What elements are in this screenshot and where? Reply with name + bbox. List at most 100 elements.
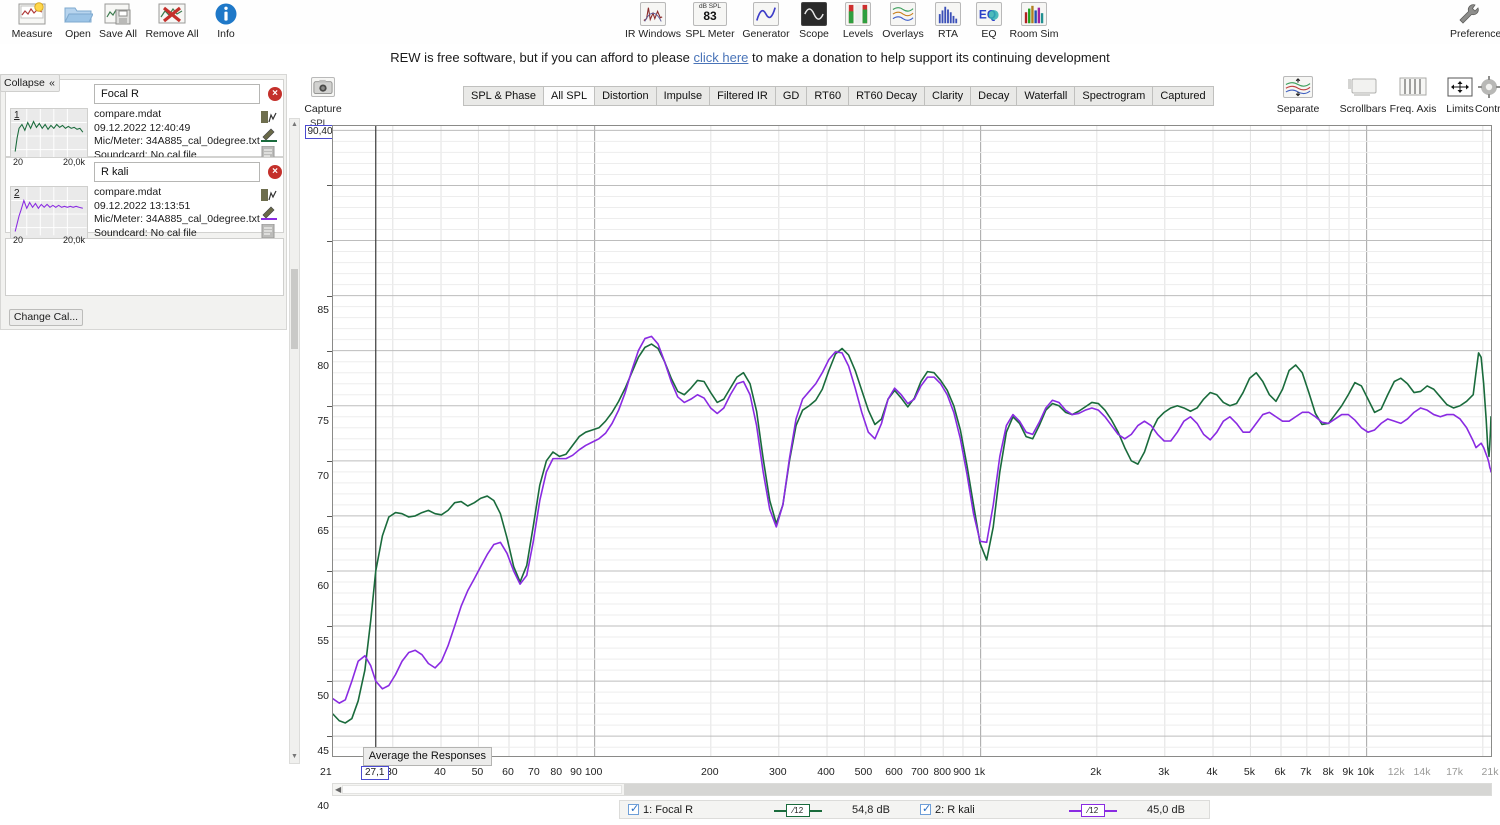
legend-label-1: 1: Focal R: [643, 804, 694, 816]
legend-smoothing-1[interactable]: ∕12: [774, 804, 822, 817]
notes-textarea[interactable]: [5, 238, 284, 296]
cursor-frequency-box[interactable]: 27,1: [360, 766, 389, 780]
measurement-name-input-1[interactable]: Focal R: [94, 84, 260, 104]
tab-waterfall[interactable]: Waterfall: [1017, 86, 1076, 106]
capture-label: Capture: [304, 103, 342, 115]
measurement-thumbnail-2[interactable]: 2 20 20,0k: [10, 186, 88, 246]
tab-distortion[interactable]: Distortion: [595, 86, 657, 106]
spl-meter-icon: dB SPL 83: [684, 0, 736, 26]
x-axis-tick-label: 21k: [1481, 766, 1499, 778]
close-icon[interactable]: ×: [268, 165, 282, 179]
measurement-name-input-2[interactable]: R kali: [94, 162, 260, 182]
x-axis-tick-label: 5k: [1243, 766, 1255, 778]
chart-legend: 1: Focal R ∕12 54,8 dB 2: R kali ∕12 45,…: [619, 800, 1210, 819]
legend-checkbox-1[interactable]: [628, 802, 639, 817]
edit-trace-icon[interactable]: [261, 110, 277, 124]
smoothing-line-left: [774, 810, 786, 812]
x-axis-tick-label: 9k: [1342, 766, 1354, 778]
tab-captured[interactable]: Captured: [1153, 86, 1214, 106]
toolbar-button-eq[interactable]: EQ EQ: [968, 0, 1010, 44]
generator-icon: [738, 0, 794, 26]
scroll-left-arrow-icon[interactable]: ◀: [335, 785, 341, 794]
levels-icon: [836, 0, 880, 26]
measurement-meta-2: compare.mdat 09.12.2022 13:13:51 Mic/Met…: [94, 186, 260, 240]
edit-trace-icon[interactable]: [261, 188, 277, 202]
toolbar-button-generator[interactable]: Generator: [738, 0, 794, 44]
toolbar-label: RTA: [937, 28, 959, 40]
scroll-down-arrow-icon[interactable]: ▼: [291, 753, 298, 761]
close-icon[interactable]: ×: [268, 87, 282, 101]
tab-impulse[interactable]: Impulse: [656, 86, 711, 106]
toolbar-button-preferences[interactable]: Preferences: [1448, 0, 1500, 44]
legend-item-1[interactable]: 1: Focal R: [628, 802, 694, 818]
toolbar-label: IR Windows: [624, 28, 681, 40]
smoothing-value-1[interactable]: ∕12: [786, 804, 810, 817]
scrollbar-thumb[interactable]: [342, 785, 622, 794]
toolbar-button-spl-meter[interactable]: dB SPL 83 SPL Meter: [684, 0, 736, 44]
y-axis-tick-label: 75: [317, 414, 329, 427]
y-axis-tick-label: 45: [317, 745, 329, 758]
x-axis-tick-label: 800: [933, 766, 951, 778]
y-axis-tick-label: 40: [317, 800, 329, 813]
change-cal-button[interactable]: Change Cal...: [9, 309, 83, 326]
legend-smoothing-2[interactable]: ∕12: [1069, 804, 1117, 817]
smoothing-denom-2: 12: [1089, 806, 1099, 815]
tab-rt60[interactable]: RT60: [807, 86, 850, 106]
banner-text-after: to make a donation to help support its c…: [748, 50, 1110, 65]
toolbar-button-rta[interactable]: RTA: [926, 0, 970, 44]
toolbar-label: Generator: [742, 28, 790, 40]
toolbar-button-info[interactable]: Info: [194, 0, 258, 44]
spl-meter-value: 83: [703, 9, 717, 23]
notes-icon[interactable]: [261, 223, 277, 239]
y-axis-tick-label: 65: [317, 524, 329, 537]
tab-spl-phase[interactable]: SPL & Phase: [463, 86, 545, 106]
x-axis-tick-label: 12k: [1387, 766, 1405, 778]
toolbar-label: EQ: [981, 28, 997, 40]
legend-checkbox-2[interactable]: [920, 802, 931, 817]
chart-horizontal-scrollbar[interactable]: ◀: [332, 783, 1492, 796]
donation-link[interactable]: click here: [693, 50, 748, 65]
smoothing-value-2[interactable]: ∕12: [1081, 804, 1105, 817]
y-axis-tick-label: 50: [317, 689, 329, 702]
spl-chart[interactable]: [332, 125, 1492, 757]
toolbar-button-levels[interactable]: Levels: [836, 0, 880, 44]
pen-color-icon[interactable]: [261, 128, 277, 142]
toolbar-button-ir-windows[interactable]: IR Windows: [620, 0, 686, 44]
tab-spectrogram[interactable]: Spectrogram: [1075, 86, 1154, 106]
y-axis-tick-label: 55: [317, 634, 329, 647]
chart-tool-label: Separate: [1276, 103, 1320, 115]
toolbar-button-room-sim[interactable]: Room Sim: [1008, 0, 1060, 44]
tab-filtered-ir[interactable]: Filtered IR: [710, 86, 776, 106]
collapse-button[interactable]: Collapse «: [0, 74, 60, 92]
separate-traces-icon: [1265, 74, 1331, 100]
x-axis-tick-label: 50: [471, 766, 484, 778]
chart-canvas[interactable]: [333, 126, 1491, 756]
toolbar-button-overlays[interactable]: Overlays: [878, 0, 928, 44]
scrollbar-thumb[interactable]: [291, 269, 298, 349]
thumb-freq-low-1: 20: [13, 157, 24, 167]
separate-button[interactable]: Separate: [1265, 74, 1331, 115]
toolbar-label: Levels: [842, 28, 874, 40]
pen-color-icon[interactable]: [261, 206, 277, 220]
measurement-card-2[interactable]: R kali × 2 20 20,0k compare.mdat 09.12.2…: [5, 157, 284, 246]
legend-item-2[interactable]: 2: R kali: [920, 802, 975, 818]
tab-all-spl[interactable]: All SPL: [544, 86, 596, 106]
capture-button[interactable]: Capture: [290, 74, 356, 115]
measurement-file-2: compare.mdat: [94, 186, 162, 198]
controls-button[interactable]: Controls: [1474, 74, 1500, 115]
y-axis-tick-label: 60: [317, 579, 329, 592]
chart-vertical-scrollbar[interactable]: ▲ ▼: [289, 118, 300, 764]
banner-text-before: REW is free software, but if you can aff…: [390, 50, 694, 65]
scrollbar-track[interactable]: [624, 784, 1491, 795]
toolbar-button-scope[interactable]: Scope: [792, 0, 836, 44]
smoothing-line-right: [810, 810, 822, 812]
tab-decay[interactable]: Decay: [971, 86, 1018, 106]
tab-gd[interactable]: GD: [775, 86, 808, 106]
x-axis-tick-label: 900: [953, 766, 971, 778]
eq-icon: EQ: [968, 0, 1010, 26]
toolbar-label: SPL Meter: [685, 28, 735, 40]
tab-clarity[interactable]: Clarity: [925, 86, 972, 106]
collapse-label: Collapse: [4, 77, 45, 89]
scroll-up-arrow-icon[interactable]: ▲: [291, 121, 298, 129]
tab-rt60-decay[interactable]: RT60 Decay: [849, 86, 925, 106]
